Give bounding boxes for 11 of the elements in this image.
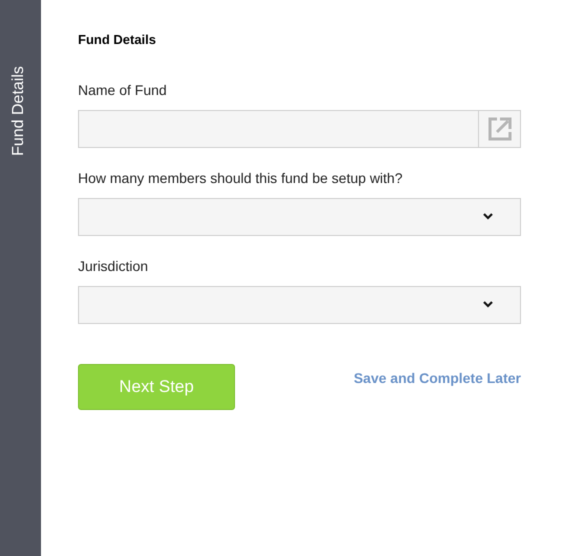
field-label: Name of Fund — [78, 80, 168, 100]
dropdown[interactable] — [78, 286, 521, 324]
chevron-down-icon — [483, 301, 493, 308]
section-heading: Fund Details — [78, 31, 158, 49]
field-label: How many members should this fund be setup with? — [78, 168, 404, 188]
dropdown[interactable] — [78, 198, 521, 236]
field-label: Jurisdiction — [78, 256, 150, 276]
sidebar-title: Fund Details — [9, 66, 28, 156]
chevron-down-icon — [483, 213, 493, 220]
next-step-button[interactable]: Next Step — [78, 364, 235, 410]
save-later-link[interactable]: Save and Complete Later — [354, 368, 521, 388]
